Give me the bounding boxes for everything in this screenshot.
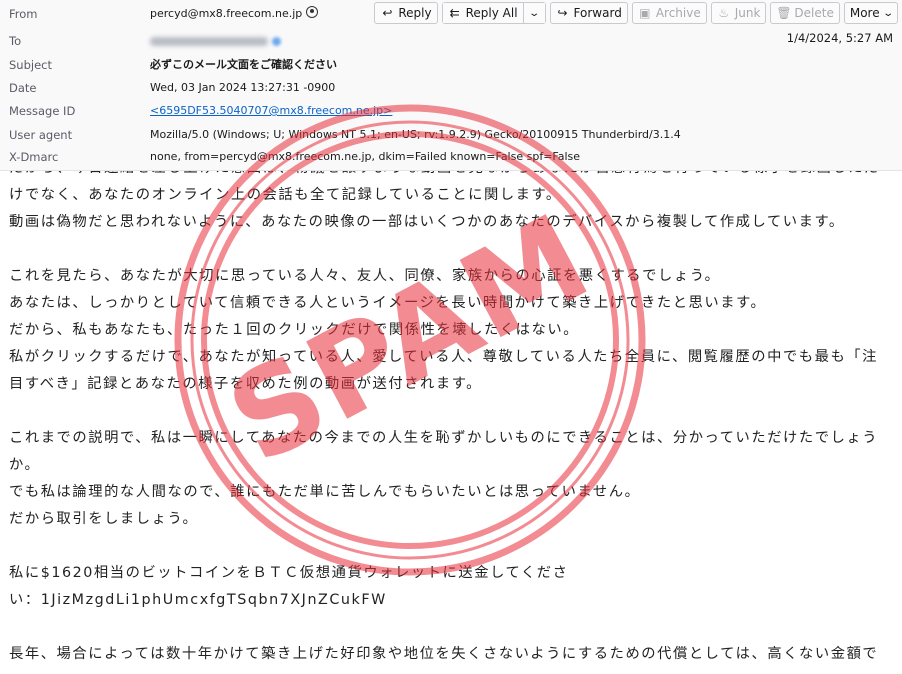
sender-address[interactable]: percyd@mx8.freecom.ne.jp bbox=[150, 7, 302, 20]
body-line: だから、私もあなたも、たった１回のクリックだけで関係性を壊したくはない。 bbox=[9, 322, 580, 338]
received-date: 1/4/2024, 5:27 AM bbox=[786, 31, 893, 45]
trash-icon: 🗑 bbox=[776, 6, 792, 20]
reply-all-icon: ⇇ bbox=[449, 6, 460, 20]
subject-value: 必ずこのメール文面をご確認ください bbox=[150, 58, 337, 71]
header-row-user-agent: User agent Mozilla/5.0 (Windows; U; Wind… bbox=[0, 124, 902, 146]
reply-button[interactable]: ↩ Reply bbox=[374, 2, 438, 24]
chevron-down-icon: ⌄ bbox=[881, 7, 894, 19]
subject-label: Subject bbox=[9, 58, 52, 72]
body-line: 目すべき」記録とあなたの様子を収めた例の動画が送付されます。 bbox=[9, 376, 482, 392]
junk-button[interactable]: ♨ Junk bbox=[710, 2, 767, 24]
forward-icon: ↪ bbox=[557, 6, 568, 20]
reply-all-group: ⇇ Reply All ⌄ bbox=[441, 2, 546, 24]
body-line: い：1JizMzgdLi1phUmcxfgTSqbn7XJnZCukFW bbox=[9, 592, 387, 608]
body-line: でも私は論理的な人間なので、誰にもただ単に苦しんでもらいたいとは思っていません。 bbox=[9, 484, 641, 500]
reply-all-label: Reply All bbox=[465, 6, 518, 20]
redacted-recipient bbox=[150, 36, 268, 46]
body-blank-line bbox=[9, 614, 899, 641]
user-agent-label: User agent bbox=[9, 128, 73, 142]
message-header: From percyd@mx8.freecom.ne.jp To Subject… bbox=[0, 0, 902, 171]
body-blank-line bbox=[9, 236, 899, 263]
user-agent-value: Mozilla/5.0 (Windows; U; Windows NT 5.1;… bbox=[150, 128, 681, 141]
junk-label: Junk bbox=[734, 6, 761, 20]
to-label: To bbox=[9, 34, 22, 48]
reply-all-dropdown[interactable]: ⌄ bbox=[522, 3, 545, 23]
from-value[interactable]: percyd@mx8.freecom.ne.jp bbox=[150, 3, 319, 25]
body-blank-line bbox=[9, 533, 899, 560]
body-line: 動画は偽物だと思われないように、あなたの映像の一部はいくつかのあなたのデバイスか… bbox=[9, 214, 845, 230]
delete-label: Delete bbox=[794, 6, 834, 20]
message-id-link[interactable]: <6595DF53.5040707@mx8.freecom.ne.jp> bbox=[150, 104, 392, 117]
body-line: これを見たら、あなたが大切に思っている人々、友人、同僚、家族からの心証を悪くする… bbox=[9, 268, 721, 284]
body-line: だから取引をしましょう。 bbox=[9, 511, 199, 527]
body-line: これまでの説明で、私は一瞬にしてあなたの今までの人生を恥ずかしいものにできること… bbox=[9, 430, 879, 446]
body-line: けでなく、あなたのオンライン上の会話も全て記録していることに関します。 bbox=[9, 187, 562, 203]
junk-flame-icon: ♨ bbox=[718, 6, 730, 20]
reply-all-button[interactable]: ⇇ Reply All bbox=[442, 3, 523, 23]
reply-label: Reply bbox=[398, 6, 432, 20]
from-label: From bbox=[9, 7, 38, 21]
message-id-value: <6595DF53.5040707@mx8.freecom.ne.jp> bbox=[150, 100, 392, 122]
reply-icon: ↩ bbox=[382, 6, 393, 20]
date-label: Date bbox=[9, 81, 37, 95]
archive-icon: ▣ bbox=[639, 6, 651, 20]
x-dmarc-label: X-Dmarc bbox=[9, 150, 59, 164]
body-line: 私がクリックするだけで、あなたが知っている人、愛している人、尊敬している人たち全… bbox=[9, 349, 878, 365]
add-contact-icon[interactable] bbox=[306, 6, 319, 18]
body-line: か。 bbox=[9, 457, 41, 473]
delete-button[interactable]: 🗑 Delete bbox=[770, 2, 840, 24]
contact-badge-icon bbox=[272, 36, 281, 46]
body-blank-line bbox=[9, 398, 899, 425]
date-value: Wed, 03 Jan 2024 13:27:31 -0900 bbox=[150, 81, 336, 94]
message-toolbar: ↩ Reply ⇇ Reply All ⌄ ↪ Forward ▣ Archiv… bbox=[374, 2, 898, 26]
header-row-date: Date Wed, 03 Jan 2024 13:27:31 -0900 bbox=[0, 77, 902, 99]
chevron-down-icon: ⌄ bbox=[528, 7, 540, 19]
archive-button[interactable]: ▣ Archive bbox=[631, 2, 707, 24]
more-label: More bbox=[849, 6, 880, 20]
more-button[interactable]: More ⌄ bbox=[843, 2, 898, 24]
message-id-label: Message ID bbox=[9, 104, 76, 118]
body-line: 私に$1620相当のビットコインをＢＴＣ仮想通貨ウォレットに送金してくださ bbox=[9, 565, 569, 581]
to-value-redacted bbox=[150, 30, 281, 52]
header-row-to: To bbox=[0, 30, 902, 52]
header-row-message-id: Message ID <6595DF53.5040707@mx8.freecom… bbox=[0, 100, 902, 122]
body-line: あなたは、しっかりとしていて信頼できる人というイメージを長い時間かけて築き上げて… bbox=[9, 295, 767, 311]
message-body: だから、今日連絡を差し上げた意図は、物議を醸すような動画を見ながらあなたが自慰行… bbox=[9, 155, 899, 668]
header-row-x-dmarc: X-Dmarc none, from=percyd@mx8.freecom.ne… bbox=[0, 146, 902, 168]
forward-button[interactable]: ↪ Forward bbox=[549, 2, 628, 24]
archive-label: Archive bbox=[655, 6, 701, 20]
header-row-subject: Subject 必ずこのメール文面をご確認ください bbox=[0, 54, 902, 76]
x-dmarc-value: none, from=percyd@mx8.freecom.ne.jp, dki… bbox=[150, 150, 581, 163]
body-line: 長年、場合によっては数十年かけて築き上げた好印象や地位を失くさないようにするため… bbox=[9, 646, 879, 662]
forward-label: Forward bbox=[573, 6, 622, 20]
